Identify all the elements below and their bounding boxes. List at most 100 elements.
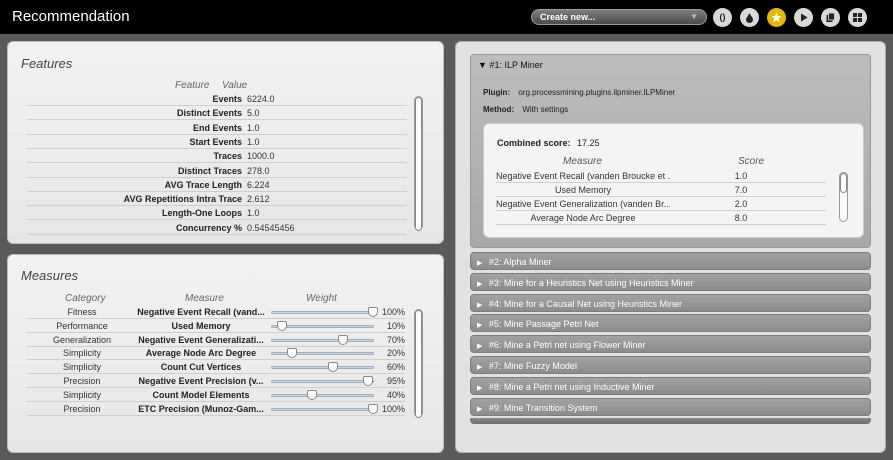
weight-slider[interactable] — [271, 307, 378, 317]
play-icon — [801, 13, 808, 22]
measure-category: Fitness — [67, 307, 97, 317]
collapsed-triangle-icon: ▶ — [477, 280, 483, 288]
weight-slider[interactable] — [271, 334, 374, 345]
measures-scrollbar-thumb[interactable] — [415, 310, 422, 418]
weight-slider[interactable] — [271, 403, 378, 414]
feature-label: AVG Trace Length — [164, 179, 242, 190]
feature-label: AVG Repetitions Intra Trace — [123, 194, 242, 205]
weight-percent: 20% — [386, 348, 405, 359]
weight-slider[interactable] — [271, 362, 374, 373]
plugin-value: org.processmining.plugins.ilpminer.ILPMi… — [518, 88, 676, 97]
score-column-header: Score — [738, 156, 765, 167]
feature-row: AVG Trace Length 6.224 — [27, 179, 407, 192]
features-heading: Features — [21, 56, 73, 71]
feature-value: 1.0 — [247, 208, 260, 219]
score-row: Used Memory 7.0 — [496, 184, 826, 197]
score-scrollbar[interactable] — [839, 172, 848, 222]
drop-button[interactable] — [740, 8, 759, 27]
result-item[interactable]: ▶ #3: Mine for a Heuristics Net using He… — [470, 272, 871, 291]
feature-label: Distinct Traces — [177, 165, 242, 176]
weight-slider[interactable] — [271, 320, 374, 331]
measure-category: Simplicity — [62, 362, 101, 373]
combined-score-value: 17.25 — [577, 138, 600, 148]
result-item-title: #4: Mine for a Causal Net using Heuristi… — [488, 298, 682, 309]
feature-value: 1.0 — [247, 122, 260, 133]
star-button[interactable] — [767, 8, 786, 27]
measure-name: Used Memory — [171, 320, 231, 331]
play-button[interactable] — [794, 8, 813, 27]
score-value: 2.0 — [734, 199, 748, 209]
drop-icon — [746, 13, 753, 23]
collapsed-triangle-icon: ▶ — [477, 364, 483, 371]
score-scrollbar-thumb[interactable] — [840, 173, 847, 193]
weight-slider-knob[interactable] — [277, 320, 288, 331]
value-column-header: Value — [222, 80, 248, 91]
result-item[interactable]: ▶ #9: Mine Transition System — [470, 397, 871, 416]
feature-value: 0.54545456 — [247, 222, 295, 233]
measure-category: Simplicity — [62, 348, 101, 359]
weight-slider-knob[interactable] — [327, 362, 338, 373]
result-item-title: #6: Mine a Petri net using Flower Miner — [488, 340, 646, 351]
measure-category: Simplicity — [62, 389, 101, 400]
feature-label: Events — [212, 94, 242, 104]
result-item[interactable]: ▶ #4: Mine for a Causal Net using Heuris… — [470, 293, 871, 312]
parentheses-button[interactable]: () — [713, 8, 732, 27]
feature-column-header: Feature — [175, 80, 210, 91]
weight-slider[interactable] — [271, 348, 374, 359]
result-header-ilp-miner[interactable]: ▼ #1: ILP Miner — [478, 60, 543, 70]
feature-row: Traces 1000.0 — [27, 150, 407, 164]
weight-slider-knob[interactable] — [307, 389, 318, 400]
weight-column-header: Weight — [306, 293, 337, 304]
score-measure: Average Node Arc Degree — [530, 213, 636, 223]
combined-score: Combined score: 17.25 — [497, 138, 600, 148]
weight-percent: 70% — [386, 334, 405, 345]
combined-score-label: Combined score: — [497, 138, 571, 148]
weight-slider[interactable] — [271, 376, 374, 386]
top-bar: Recommendation Create new... ▼ () — [0, 0, 893, 34]
expanded-triangle-icon: ▼ — [478, 60, 487, 70]
result-item[interactable]: ▶ #2: Alpha Miner — [470, 252, 871, 270]
score-measure: Negative Event Recall (vanden Broucke et… — [496, 171, 670, 181]
feature-value: 6.224 — [247, 179, 270, 190]
result-item-title: #3: Mine for a Heuristics Net using Heur… — [488, 277, 694, 288]
features-scrollbar[interactable] — [414, 96, 423, 231]
weight-slider-knob[interactable] — [287, 348, 298, 359]
method-label: Method: — [483, 105, 515, 114]
feature-label: Length-One Loops — [162, 208, 242, 219]
result-item[interactable]: ▶ #6: Mine a Petri net using Flower Mine… — [470, 335, 871, 354]
features-scrollbar-thumb[interactable] — [415, 97, 422, 231]
copy-button[interactable] — [821, 8, 840, 27]
grid-icon — [853, 13, 862, 22]
feature-label: Traces — [213, 151, 242, 162]
measure-row: Performance Used Memory 10% — [27, 320, 405, 333]
measure-column-header: Measure — [185, 293, 224, 304]
result-item[interactable]: ▶ #5: Mine Passage Petri Net — [470, 314, 871, 333]
result-item[interactable]: ▶ #8: Mine a Petri net using Inductive M… — [470, 376, 871, 395]
measure-row: Simplicity Average Node Arc Degree 20% — [27, 347, 405, 361]
measure-name: Negative Event Precision (v... — [138, 376, 264, 386]
result-item[interactable]: ▶ #7: Mine Fuzzy Model — [470, 356, 871, 374]
grid-button[interactable] — [848, 8, 867, 27]
result-item-title: #7: Mine Fuzzy Model — [488, 361, 577, 371]
score-value: 8.0 — [734, 213, 748, 223]
create-new-select[interactable]: Create new... ▼ — [531, 9, 707, 25]
measures-scrollbar[interactable] — [414, 309, 423, 418]
feature-value: 6224.0 — [247, 94, 275, 104]
feature-label: Distinct Events — [176, 108, 242, 119]
score-row: Negative Event Generalization (vanden Br… — [496, 198, 826, 211]
weight-slider[interactable] — [271, 389, 374, 400]
score-measure: Negative Event Generalization (vanden Br… — [496, 199, 670, 209]
score-value: 7.0 — [734, 185, 748, 195]
weight-percent: 40% — [386, 389, 405, 400]
score-row: Negative Event Recall (vanden Broucke et… — [496, 170, 826, 183]
feature-row: Length-One Loops 1.0 — [27, 207, 407, 221]
feature-label: Concurrency % — [175, 222, 242, 233]
collapsed-triangle-icon: ▶ — [477, 322, 483, 330]
measure-row: Simplicity Count Model Elements 40% — [27, 389, 405, 402]
weight-slider-knob[interactable] — [362, 376, 373, 386]
feature-value: 1000.0 — [247, 151, 275, 162]
result-title: #1: ILP Miner — [489, 60, 543, 70]
weight-percent: 100% — [381, 403, 405, 414]
weight-percent: 95% — [386, 376, 405, 386]
weight-slider-knob[interactable] — [337, 334, 348, 345]
